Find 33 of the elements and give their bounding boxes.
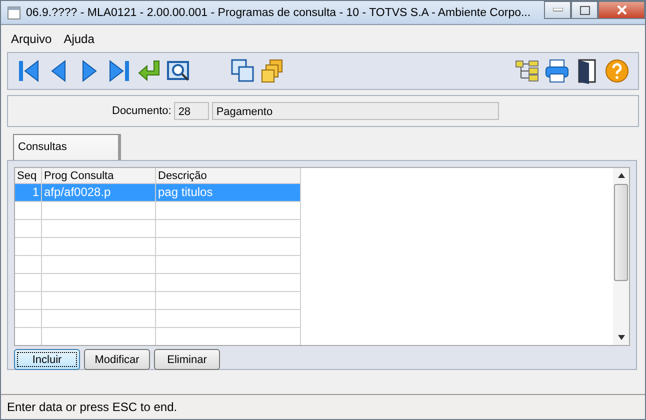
- table-cell: 1: [15, 184, 42, 201]
- enter-arrow-icon[interactable]: [136, 58, 162, 84]
- maximize-button[interactable]: [571, 1, 598, 19]
- column-header[interactable]: Prog Consulta: [42, 168, 156, 183]
- close-button[interactable]: [598, 1, 645, 19]
- close-icon: [616, 5, 628, 15]
- scroll-up-icon[interactable]: [618, 173, 624, 178]
- tree-structure-icon[interactable]: [514, 58, 540, 84]
- vertical-scrollbar[interactable]: [613, 168, 629, 345]
- action-button[interactable]: Incluir: [14, 349, 80, 370]
- minimize-button[interactable]: [544, 1, 571, 19]
- window-icon: [7, 6, 21, 20]
- document-code-field[interactable]: 28: [174, 102, 210, 120]
- document-name-field[interactable]: Pagamento: [212, 102, 500, 120]
- help-icon[interactable]: [604, 58, 630, 84]
- action-button[interactable]: Eliminar: [154, 349, 220, 370]
- column-header[interactable]: Descrição: [156, 168, 301, 183]
- scroll-down-icon[interactable]: [618, 335, 624, 340]
- status-text: Enter data or press ESC to end.: [7, 400, 178, 414]
- printer-icon[interactable]: [544, 58, 570, 84]
- menu-item[interactable]: Ajuda: [64, 32, 94, 46]
- copy-icon[interactable]: [230, 58, 256, 84]
- minimize-icon: [552, 8, 562, 12]
- column-header[interactable]: Seq: [15, 168, 42, 183]
- action-button[interactable]: Modificar: [84, 349, 150, 370]
- scroll-thumb[interactable]: [614, 184, 628, 281]
- tab[interactable]: Consultas: [13, 134, 121, 161]
- table-cell: afp/af0028.p: [42, 184, 156, 201]
- table-cell: pag titulos: [156, 184, 301, 201]
- window-title: 06.9.???? - MLA0121 - 2.00.00.001 - Programas de consulta - 10 - TOTVS S.A - Ambiente Corpo...: [26, 6, 532, 18]
- document-label: Documento:: [112, 105, 172, 117]
- maximize-icon: [580, 6, 590, 14]
- menu-item[interactable]: Arquivo: [11, 32, 52, 46]
